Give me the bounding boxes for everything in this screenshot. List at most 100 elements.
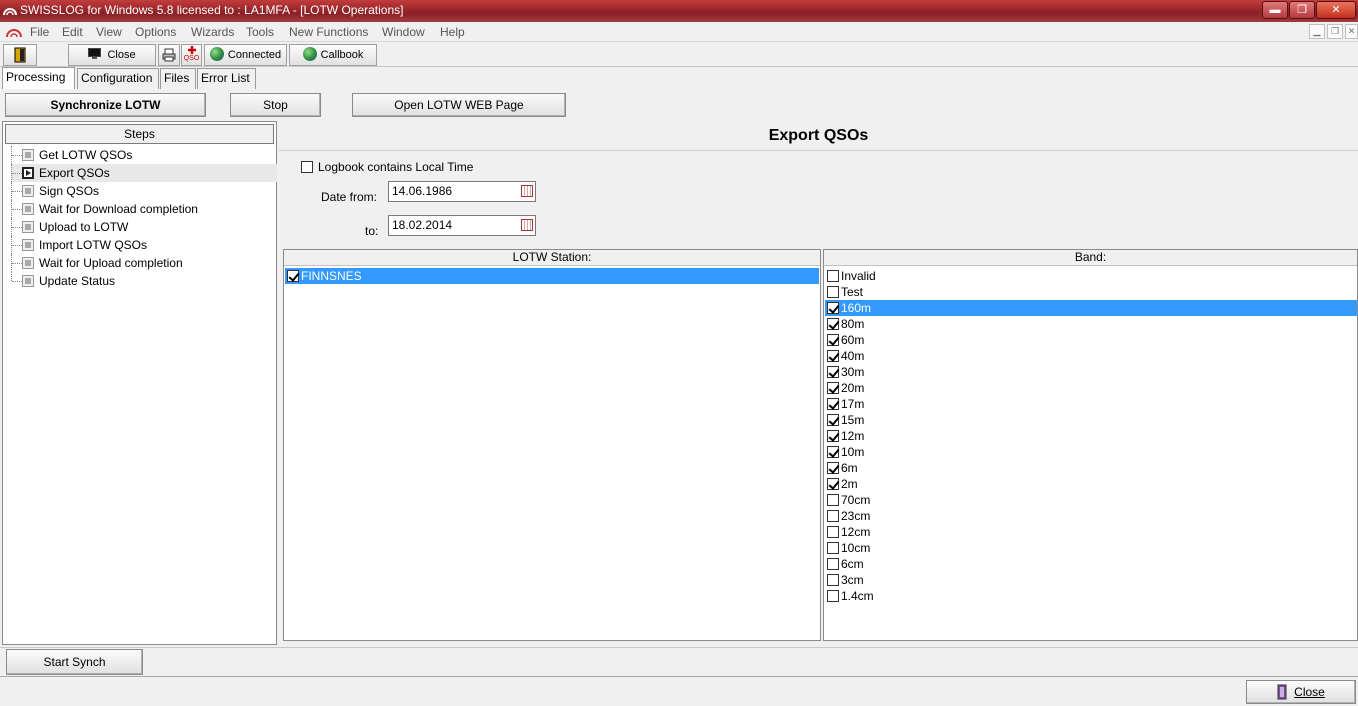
open-lotw-web-button[interactable]: Open LOTW WEB Page — [352, 93, 566, 117]
band-checkbox[interactable] — [827, 270, 839, 282]
tab-configuration[interactable]: Configuration — [77, 68, 159, 89]
close-button[interactable]: Close — [1246, 680, 1356, 704]
stop-button[interactable]: Stop — [230, 93, 321, 117]
step-item[interactable]: Wait for Download completion — [11, 200, 277, 218]
connected-button[interactable]: Connected — [204, 44, 287, 66]
step-item[interactable]: Export QSOs — [11, 164, 277, 182]
tab-processing[interactable]: Processing — [2, 67, 75, 89]
menu-view[interactable]: View — [96, 25, 122, 39]
step-icon — [22, 185, 34, 197]
callbook-button[interactable]: Callbook — [289, 44, 377, 66]
band-row[interactable]: 15m — [825, 412, 1357, 428]
date-to-field[interactable]: 18.02.2014 — [388, 215, 536, 236]
band-row[interactable]: 20m — [825, 380, 1357, 396]
band-row[interactable]: 40m — [825, 348, 1357, 364]
band-row[interactable]: 10cm — [825, 540, 1357, 556]
close-button-label: Close — [1294, 685, 1325, 699]
synchronize-lotw-button[interactable]: Synchronize LOTW — [5, 93, 206, 117]
band-row[interactable]: 23cm — [825, 508, 1357, 524]
band-checkbox[interactable] — [827, 558, 839, 570]
start-synch-button[interactable]: Start Synch — [6, 649, 143, 675]
band-row[interactable]: 60m — [825, 332, 1357, 348]
calendar-icon[interactable] — [521, 185, 533, 197]
tab-error-list[interactable]: Error List — [197, 68, 256, 89]
band-row[interactable]: Invalid — [825, 268, 1357, 284]
band-row[interactable]: 12m — [825, 428, 1357, 444]
app-menu-icon[interactable] — [5, 25, 23, 38]
band-checkbox[interactable] — [827, 590, 839, 602]
step-label: Import LOTW QSOs — [39, 238, 148, 252]
menu-new-functions[interactable]: New Functions — [289, 25, 368, 39]
band-checkbox[interactable] — [827, 574, 839, 586]
menu-tools[interactable]: Tools — [246, 25, 274, 39]
band-label: 10cm — [841, 541, 871, 555]
close-toolbar-button[interactable]: Close — [68, 44, 156, 66]
band-checkbox[interactable] — [827, 510, 839, 522]
band-checkbox[interactable] — [827, 526, 839, 538]
menu-options[interactable]: Options — [135, 25, 176, 39]
band-checkbox[interactable] — [827, 462, 839, 474]
band-row[interactable]: 6m — [825, 460, 1357, 476]
menu-edit[interactable]: Edit — [62, 25, 83, 39]
band-checkbox[interactable] — [827, 446, 839, 458]
band-row[interactable]: 3cm — [825, 572, 1357, 588]
band-row[interactable]: 6cm — [825, 556, 1357, 572]
band-checkbox[interactable] — [827, 398, 839, 410]
band-row[interactable]: 2m — [825, 476, 1357, 492]
step-item[interactable]: Get LOTW QSOs — [11, 146, 277, 164]
print-button[interactable] — [158, 44, 180, 66]
step-item[interactable]: Update Status — [11, 272, 277, 290]
menu-wizards[interactable]: Wizards — [191, 25, 234, 39]
station-row[interactable]: FINNSNES — [285, 268, 819, 284]
band-checkbox[interactable] — [827, 494, 839, 506]
band-checkbox[interactable] — [827, 302, 839, 314]
local-time-checkbox[interactable] — [301, 161, 313, 173]
band-row[interactable]: 17m — [825, 396, 1357, 412]
mdi-restore-button[interactable]: ❐ — [1327, 24, 1343, 39]
step-label: Sign QSOs — [39, 184, 100, 198]
tab-files[interactable]: Files — [160, 68, 196, 89]
band-row[interactable]: 160m — [825, 300, 1357, 316]
band-row[interactable]: 10m — [825, 444, 1357, 460]
band-label: 20m — [841, 381, 865, 395]
mdi-minimize-button[interactable]: ▁ — [1309, 24, 1325, 39]
band-row[interactable]: 12cm — [825, 524, 1357, 540]
minimize-button[interactable]: ▬ — [1262, 1, 1288, 19]
band-checkbox[interactable] — [827, 286, 839, 298]
band-row[interactable]: 1.4cm — [825, 588, 1357, 604]
band-checkbox[interactable] — [827, 350, 839, 362]
menu-window[interactable]: Window — [382, 25, 425, 39]
band-checkbox[interactable] — [827, 542, 839, 554]
close-window-button[interactable]: ✕ — [1316, 1, 1356, 19]
band-checkbox[interactable] — [827, 430, 839, 442]
app-icon — [3, 8, 17, 16]
menu-file[interactable]: File — [30, 25, 49, 39]
band-row[interactable]: 80m — [825, 316, 1357, 332]
step-item[interactable]: Import LOTW QSOs — [11, 236, 277, 254]
band-rows: Invalid Test 160m 80m 60m 40m 30m 20m 17m 15m 12m 1… — [825, 268, 1357, 604]
station-checkbox[interactable] — [287, 270, 299, 282]
step-item[interactable]: Sign QSOs — [11, 182, 277, 200]
calendar-icon[interactable] — [521, 219, 533, 231]
step-item[interactable]: Upload to LOTW — [11, 218, 277, 236]
band-checkbox[interactable] — [827, 366, 839, 378]
band-checkbox[interactable] — [827, 414, 839, 426]
door-icon — [1277, 684, 1287, 700]
local-time-option[interactable]: Logbook contains Local Time — [301, 160, 473, 174]
exit-door-button[interactable] — [3, 44, 37, 66]
band-row[interactable]: 30m — [825, 364, 1357, 380]
band-row[interactable]: Test — [825, 284, 1357, 300]
menu-help[interactable]: Help — [440, 25, 465, 39]
band-checkbox[interactable] — [827, 334, 839, 346]
band-label: Test — [841, 285, 864, 299]
qso-button[interactable]: QSO — [181, 44, 202, 66]
band-checkbox[interactable] — [827, 382, 839, 394]
band-row[interactable]: 70cm — [825, 492, 1357, 508]
band-header: Band: — [824, 250, 1357, 266]
band-checkbox[interactable] — [827, 318, 839, 330]
mdi-close-button[interactable]: ✕ — [1345, 24, 1358, 39]
band-checkbox[interactable] — [827, 478, 839, 490]
maximize-button[interactable]: ❐ — [1289, 1, 1315, 19]
date-from-field[interactable]: 14.06.1986 — [388, 181, 536, 202]
step-item[interactable]: Wait for Upload completion — [11, 254, 277, 272]
